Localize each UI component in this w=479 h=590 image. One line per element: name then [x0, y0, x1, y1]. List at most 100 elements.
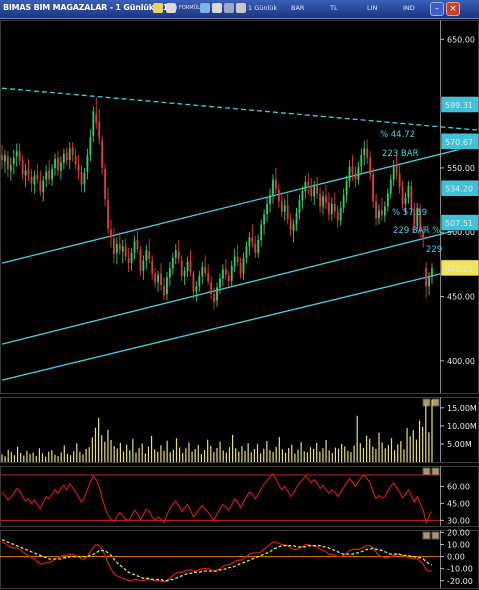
candle-body [224, 269, 227, 275]
candle-body [9, 165, 12, 171]
candle-body [177, 251, 180, 260]
candle-body [213, 293, 215, 302]
candle-body [381, 210, 383, 216]
candle-body [407, 185, 410, 198]
panel-frame-price [0, 20, 479, 394]
candle-body [204, 266, 207, 274]
candle-body [189, 260, 192, 273]
candle-body [4, 155, 6, 162]
candle-body [221, 269, 224, 279]
candle-body [118, 243, 121, 251]
candle-body [95, 113, 98, 123]
panel-settings-button[interactable] [422, 531, 431, 540]
candle-body [180, 260, 183, 276]
channel-line [1, 143, 479, 264]
candle-body [101, 140, 104, 168]
candle-body [269, 194, 271, 204]
price-tick-label: 550.00 [447, 164, 475, 173]
candle-body [71, 147, 74, 156]
candle-body [65, 152, 68, 161]
channel-annotation: 229 [426, 245, 442, 255]
candle-body [83, 173, 86, 185]
candle-body [18, 151, 21, 162]
candle-body [74, 156, 77, 165]
candle-body [272, 179, 274, 195]
candle-body [62, 153, 65, 163]
candle-body [139, 250, 142, 271]
candle-body [254, 243, 257, 253]
candle-body [107, 200, 109, 229]
channel-line [1, 263, 479, 381]
candle-body [386, 193, 389, 207]
candle-body [68, 148, 71, 161]
candle-body [12, 157, 15, 165]
candle-body [233, 256, 236, 266]
candle-body [216, 287, 218, 301]
candle-body [248, 237, 251, 247]
candle-body [336, 211, 339, 221]
price-flag-label: 472.25 [445, 264, 473, 273]
candle-body [251, 237, 254, 243]
candle-body [392, 165, 395, 180]
rsi-tick-label: 45.00 [447, 499, 470, 508]
candle-body [425, 268, 428, 287]
candle-body [274, 179, 277, 189]
candle-body [330, 203, 333, 215]
rsi-tick-label: 30.00 [447, 516, 470, 525]
candle-body [48, 170, 51, 180]
candle-body [136, 239, 139, 249]
macd-tick-label: 20.00 [447, 528, 470, 537]
candle-body [395, 165, 398, 174]
candle-body [115, 243, 118, 253]
rsi-tick-label: 60.00 [447, 482, 470, 491]
price-flag-label: 570.67 [445, 138, 473, 147]
candle-body [33, 175, 36, 185]
candle-body [98, 121, 101, 139]
candle-body [121, 246, 124, 252]
candle-body [428, 277, 430, 287]
candle-body [207, 273, 210, 282]
candle-body [389, 179, 392, 194]
candle-body [89, 137, 92, 156]
candle-body [42, 180, 45, 193]
candle-body [286, 205, 289, 220]
candle-body [27, 169, 30, 176]
candle-body [245, 246, 248, 258]
price-flag-label: 534.20 [445, 185, 473, 194]
candle-body [257, 239, 260, 253]
candle-body [104, 169, 106, 199]
candle-body [160, 273, 162, 285]
candle-body [298, 200, 301, 213]
candle-body [292, 224, 295, 231]
candle-body [166, 277, 168, 294]
candle-body [110, 229, 112, 238]
candle-body [351, 166, 354, 174]
panel-close-button[interactable] [431, 467, 440, 476]
panel-close-button[interactable] [431, 398, 440, 407]
candle-body [186, 261, 189, 271]
chart-canvas[interactable]: 400.00450.00500.00550.00600.00650.00% 44… [0, 0, 479, 590]
candle-body [163, 286, 165, 296]
panel-close-button[interactable] [431, 531, 440, 540]
panel-settings-button[interactable] [422, 398, 431, 407]
candle-body [151, 260, 154, 274]
candle-body [174, 250, 177, 258]
candle-body [325, 196, 327, 203]
candle-body [304, 182, 307, 192]
candle-body [313, 184, 316, 197]
candle-body [431, 268, 433, 278]
channel-annotation: 229 BAR % [393, 226, 440, 236]
candle-body [124, 246, 127, 257]
candle-body [21, 160, 24, 175]
candle-body [328, 202, 330, 215]
candle-body [263, 214, 266, 225]
candle-body [15, 151, 18, 157]
candle-body [192, 273, 195, 292]
candle-body [239, 263, 242, 274]
candle-body [383, 206, 386, 216]
candle-body [410, 185, 413, 210]
channel-annotation: 223 BAR [382, 149, 419, 159]
candle-body [227, 275, 230, 282]
channel-annotation: % 57.69 [392, 208, 427, 218]
panel-settings-button[interactable] [422, 467, 431, 476]
